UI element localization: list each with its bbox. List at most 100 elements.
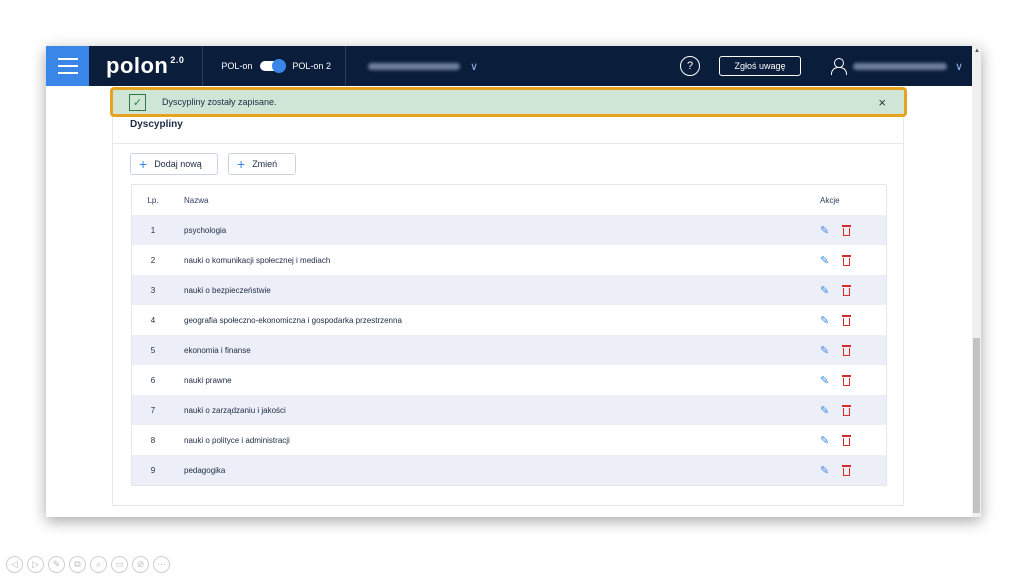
close-icon[interactable]: × xyxy=(878,95,886,110)
topbar-divider xyxy=(202,46,204,86)
delete-icon[interactable] xyxy=(842,464,852,476)
plus-icon: + xyxy=(139,156,148,172)
check-icon: ✓ xyxy=(129,93,146,111)
row-actions: ✎ xyxy=(808,404,886,417)
app-window: polon 2.0 POL-on POL-on 2 ∨ ? Zgłoś uwagę… xyxy=(46,46,981,517)
panel-title: Dyscypliny xyxy=(130,119,183,130)
row-lp: 5 xyxy=(150,345,156,355)
edit-icon[interactable]: ✎ xyxy=(820,284,829,297)
toast-message: Dyscypliny zostały zapisane. xyxy=(162,97,277,107)
delete-icon[interactable] xyxy=(842,374,852,386)
user-name-redacted xyxy=(853,62,947,70)
table-row: 8 nauki o polityce i administracji ✎ xyxy=(132,425,886,455)
row-lp: 8 xyxy=(150,435,156,445)
success-toast: ✓ Dyscypliny zostały zapisane. × xyxy=(110,87,907,117)
edit-icon[interactable]: ✎ xyxy=(820,434,829,447)
scrollbar-thumb[interactable] xyxy=(973,338,980,513)
disciplines-panel: Dyscypliny + Dodaj nową + Zmień Lp. Nazw… xyxy=(112,104,904,506)
caption-icon[interactable]: ▭ xyxy=(111,556,128,573)
header-name: Nazwa xyxy=(184,195,209,205)
topbar-divider xyxy=(344,46,346,86)
version-toggle[interactable] xyxy=(260,59,287,73)
version-switch[interactable]: POL-on POL-on 2 xyxy=(221,59,331,73)
chevron-down-icon: ∨ xyxy=(469,60,479,73)
top-bar: polon 2.0 POL-on POL-on 2 ∨ ? Zgłoś uwagę… xyxy=(46,46,981,86)
switch-left-label: POL-on xyxy=(221,61,253,71)
table-row: 4 geografia społeczno-ekonomiczna i gospo… xyxy=(132,305,886,335)
row-lp: 6 xyxy=(150,375,156,385)
header-actions: Akcje xyxy=(820,195,840,205)
row-actions: ✎ xyxy=(808,374,886,387)
report-issue-button[interactable]: Zgłoś uwagę xyxy=(719,56,801,76)
more-icon[interactable]: ⋯ xyxy=(153,556,170,573)
delete-icon[interactable] xyxy=(842,284,852,296)
previous-icon[interactable]: ◁ xyxy=(6,556,23,573)
row-actions: ✎ xyxy=(808,254,886,267)
disciplines-table: Lp. Nazwa Akcje 1 psychologia ✎ 2 nauki o ko… xyxy=(131,184,887,486)
next-icon[interactable]: ▷ xyxy=(27,556,44,573)
row-lp: 2 xyxy=(150,255,156,265)
row-name: nauki o polityce i administracji xyxy=(184,435,290,445)
row-lp: 1 xyxy=(150,225,156,235)
zoom-icon[interactable]: ⌕ xyxy=(90,556,107,573)
row-actions: ✎ xyxy=(808,464,886,477)
row-lp: 7 xyxy=(150,405,156,415)
row-actions: ✎ xyxy=(808,344,886,357)
row-lp: 9 xyxy=(150,465,156,475)
row-actions: ✎ xyxy=(808,434,886,447)
header-lp: Lp. xyxy=(147,195,159,205)
help-icon[interactable]: ? xyxy=(680,56,700,76)
row-lp: 4 xyxy=(150,315,156,325)
hamburger-menu-icon[interactable] xyxy=(46,46,89,86)
hide-icon[interactable]: ⊘ xyxy=(132,556,149,573)
row-name: nauki o bezpieczeństwie xyxy=(184,285,271,295)
switch-right-label: POL-on 2 xyxy=(292,61,331,71)
table-row: 5 ekonomia i finanse ✎ xyxy=(132,335,886,365)
row-name: psychologia xyxy=(184,225,227,235)
row-name: geografia społeczno-ekonomiczna i gospod… xyxy=(184,315,402,325)
delete-icon[interactable] xyxy=(842,434,852,446)
table-row: 2 nauki o komunikacji społecznej i mediac… xyxy=(132,245,886,275)
plus-icon: + xyxy=(237,156,246,172)
change-button[interactable]: + Zmień xyxy=(228,153,296,175)
edit-icon[interactable]: ✎ xyxy=(820,464,829,477)
pen-icon[interactable]: ✎ xyxy=(48,556,65,573)
edit-icon[interactable]: ✎ xyxy=(820,314,829,327)
logo[interactable]: polon 2.0 xyxy=(106,53,184,79)
edit-icon[interactable]: ✎ xyxy=(820,344,829,357)
row-actions: ✎ xyxy=(808,314,886,327)
delete-icon[interactable] xyxy=(842,224,852,236)
scrollbar[interactable]: ▲ xyxy=(972,46,981,517)
table-row: 6 nauki prawne ✎ xyxy=(132,365,886,395)
copy-icon[interactable]: ⧉ xyxy=(69,556,86,573)
table-row: 9 pedagogika ✎ xyxy=(132,455,886,485)
chevron-down-icon: ∨ xyxy=(955,60,964,73)
delete-icon[interactable] xyxy=(842,404,852,416)
row-lp: 3 xyxy=(150,285,156,295)
user-icon xyxy=(831,58,847,75)
user-menu[interactable]: ∨ xyxy=(831,58,964,75)
scroll-up-icon[interactable]: ▲ xyxy=(974,48,980,54)
row-actions: ✎ xyxy=(808,284,886,297)
table-row: 7 nauki o zarządzaniu i jakości ✎ xyxy=(132,395,886,425)
delete-icon[interactable] xyxy=(842,254,852,266)
edit-icon[interactable]: ✎ xyxy=(820,374,829,387)
row-name: ekonomia i finanse xyxy=(184,345,251,355)
edit-icon[interactable]: ✎ xyxy=(820,404,829,417)
institution-name-redacted xyxy=(367,62,460,70)
row-name: nauki o zarządzaniu i jakości xyxy=(184,405,286,415)
edit-icon[interactable]: ✎ xyxy=(820,224,829,237)
delete-icon[interactable] xyxy=(842,314,852,326)
viewer-controls: ◁ ▷ ✎ ⧉ ⌕ ▭ ⊘ ⋯ xyxy=(6,556,170,573)
table-header: Lp. Nazwa Akcje xyxy=(132,185,886,215)
institution-select[interactable]: ∨ xyxy=(367,60,479,73)
delete-icon[interactable] xyxy=(842,344,852,356)
row-actions: ✎ xyxy=(808,224,886,237)
panel-divider xyxy=(113,143,903,144)
add-new-button[interactable]: + Dodaj nową xyxy=(130,153,218,175)
row-name: nauki prawne xyxy=(184,375,232,385)
row-name: pedagogika xyxy=(184,465,226,475)
edit-icon[interactable]: ✎ xyxy=(820,254,829,267)
table-row: 1 psychologia ✎ xyxy=(132,215,886,245)
table-row: 3 nauki o bezpieczeństwie ✎ xyxy=(132,275,886,305)
